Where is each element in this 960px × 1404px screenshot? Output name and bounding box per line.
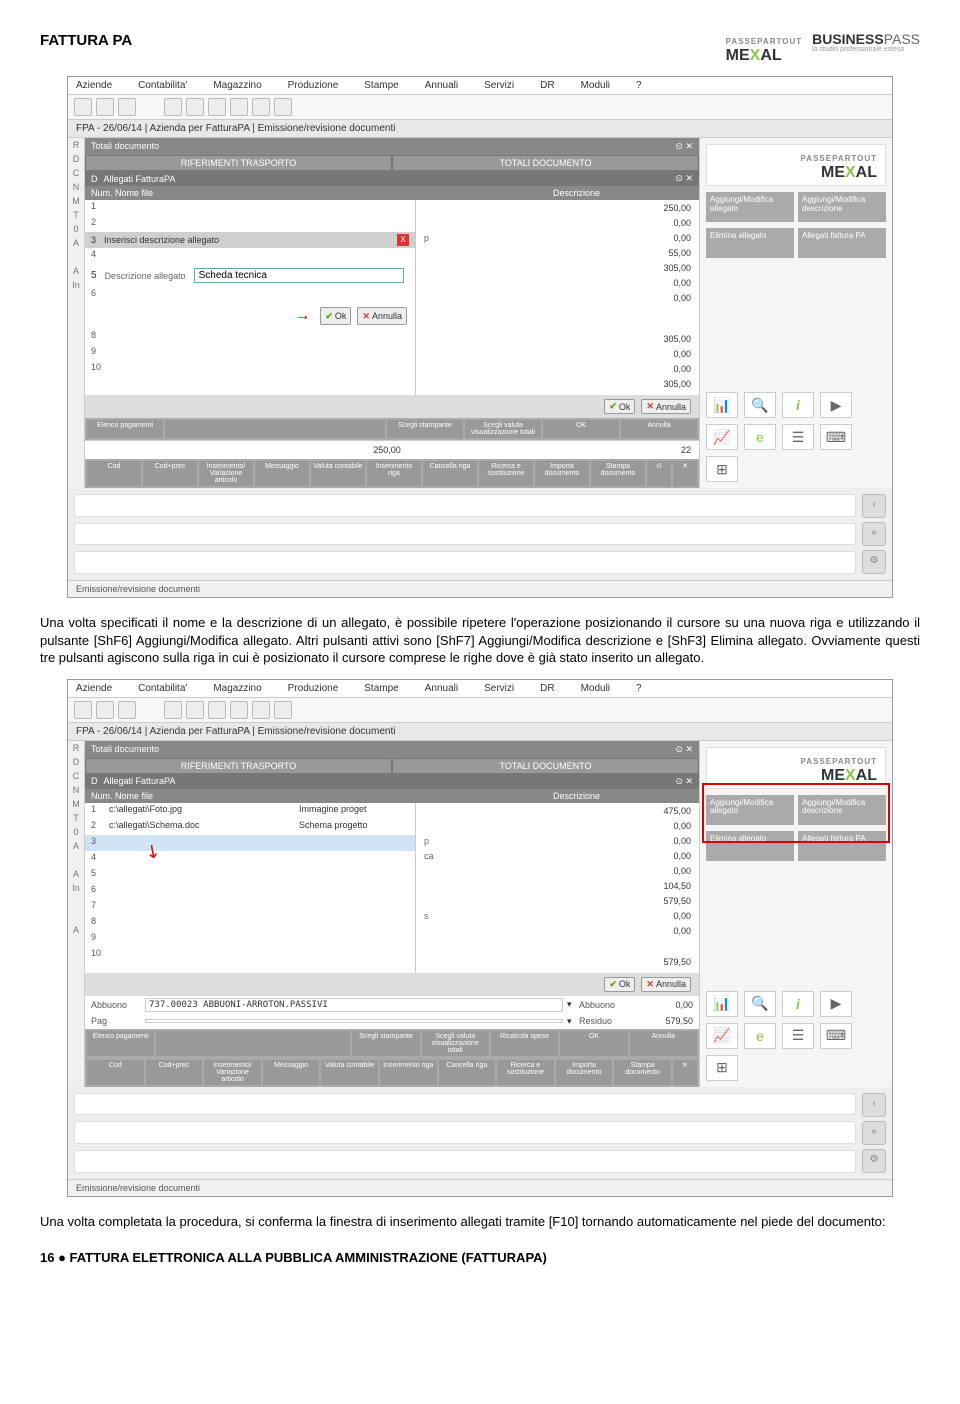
totali-header: TOTALI DOCUMENTO (392, 155, 699, 171)
right-panel: PASSEPARTOUTMEXAL Aggiungi/Modifica alle… (699, 138, 892, 488)
toolbar-icon[interactable] (252, 98, 270, 116)
status-bar: Emissione/revisione documenti (68, 580, 892, 597)
allegati-header: Allegati FatturaPA (104, 174, 176, 184)
elenco-btn[interactable]: Elenco pagamenti (87, 420, 163, 438)
main-area: Totali documento⊙ ✕ RIFERIMENTI TRASPORT… (85, 138, 699, 488)
menu-item[interactable]: Annuali (425, 80, 458, 91)
chart-icon[interactable]: 📈 (706, 424, 738, 450)
screenshot-2: AziendeContabilita'MagazzinoProduzioneSt… (67, 679, 893, 1197)
menubar: Aziende Contabilita' Magazzino Produzion… (68, 77, 892, 95)
side-btn-allegati-pa[interactable]: Allegati fattura PA (798, 228, 886, 258)
menu-item[interactable]: Aziende (76, 80, 112, 91)
menu-item[interactable]: DR (540, 80, 554, 91)
scegli-valuta-btn[interactable]: Scegli valuta visualizzazione totali (465, 420, 541, 438)
toolbar-icon[interactable] (74, 98, 92, 116)
ok-button-3[interactable]: ✔Ok (604, 977, 635, 992)
info-icon[interactable]: i (782, 392, 814, 418)
toolbar-icon[interactable] (118, 98, 136, 116)
toolbar-icon[interactable] (164, 98, 182, 116)
menu-item[interactable]: Magazzino (213, 80, 261, 91)
stats-icon[interactable]: 📊 (706, 392, 738, 418)
paragraph-2: Una volta completata la procedura, si co… (40, 1213, 920, 1231)
bottom-buttons: Cod Cod+prec Inserimento/ Variazione art… (85, 459, 699, 488)
menu-item[interactable]: Moduli (581, 80, 610, 91)
values-column: 250,00 0,00 p0,00 55,00 305,00 0,00 0,00… (416, 200, 699, 395)
toolbar-icon[interactable] (230, 98, 248, 116)
footer-right: 22 (681, 445, 691, 455)
abbuono-label: Abbuono (91, 1000, 141, 1010)
desc-prompt: Inserisci descrizione allegato (104, 235, 219, 245)
desc-label: Descrizione allegato (105, 271, 186, 281)
toolbar-icon[interactable] (96, 98, 114, 116)
page-footer: 16 ● FATTURA ELETTRONICA ALLA PUBBLICA A… (40, 1250, 920, 1265)
nav-dbl[interactable]: « (862, 522, 886, 546)
keyboard-icon[interactable]: ⌨ (820, 424, 852, 450)
side-btn-add-attach[interactable]: Aggiungi/Modifica allegato (706, 192, 794, 222)
desc-input[interactable] (194, 268, 404, 283)
play-icon[interactable]: ▶ (820, 392, 852, 418)
totali-label: Totali documento (85, 138, 165, 155)
menu-item[interactable]: Produzione (288, 80, 339, 91)
toolbar-icon[interactable] (274, 98, 292, 116)
page-title: FATTURA PA (40, 32, 132, 49)
nav-cfg[interactable]: ⚙ (862, 550, 886, 574)
paragraph-1: Una volta specificati il nome e la descr… (40, 614, 920, 667)
menu-item[interactable]: Servizi (484, 80, 514, 91)
toolbar-icon[interactable] (186, 98, 204, 116)
side-btn-add-desc[interactable]: Aggiungi/Modifica descrizione (798, 192, 886, 222)
annulla-button-3[interactable]: ✕Annulla (641, 977, 691, 992)
toolbar (68, 95, 892, 120)
arrow-icon: → (294, 307, 310, 325)
pag-label: Pag (91, 1016, 141, 1026)
annulla-btn[interactable]: Annulla (621, 420, 697, 438)
grid-icon[interactable]: ⊞ (706, 456, 738, 482)
riferimenti-header: RIFERIMENTI TRASPORTO (85, 155, 392, 171)
screenshot-1: Aziende Contabilita' Magazzino Produzion… (67, 76, 893, 598)
scegli-stampante-btn[interactable]: Scegli stampante (387, 420, 463, 438)
ok-button-2[interactable]: ✔Ok (604, 399, 635, 414)
bottom-slots: ‹ « ⚙ (68, 488, 892, 580)
menu-item[interactable]: Stampe (364, 80, 398, 91)
attachments-table[interactable]: 1 2 3Inserisci descrizione allegatoX 4 5… (85, 200, 416, 395)
breadcrumb: FPA - 26/06/14 | Azienda per FatturaPA |… (68, 120, 892, 138)
annulla-button[interactable]: ✕Annulla (357, 307, 407, 325)
side-btn-del-attach[interactable]: Elimina allegato (706, 228, 794, 258)
abbuono-value[interactable]: 737.00023 ABBUONI-ARROTON.PASSIVI (145, 998, 563, 1012)
attachments-table-2[interactable]: 1c:\allegati\Foto.jpgImmagine proget 2c:… (85, 803, 416, 973)
close-icon[interactable]: X (397, 234, 409, 246)
ok-btn[interactable]: OK (543, 420, 619, 438)
logos: PASSEPARTOUTMEXAL BUSINESSPASSlo studio … (726, 32, 920, 64)
annulla-button-2[interactable]: ✕Annulla (641, 399, 691, 414)
menu-item[interactable]: ? (636, 80, 642, 91)
list-icon[interactable]: ☰ (782, 424, 814, 450)
search-icon[interactable]: 🔍 (744, 392, 776, 418)
eco-icon[interactable]: e (744, 424, 776, 450)
nav-up[interactable]: ‹ (862, 494, 886, 518)
left-column: RDCNMT0AAIn (68, 138, 85, 488)
bottom-bar-1: Elenco pagamenti Scegli stampante Scegli… (85, 418, 699, 440)
menu-item[interactable]: Contabilita' (138, 80, 187, 91)
ok-button[interactable]: ✔Ok (320, 307, 351, 325)
toolbar-icon[interactable] (208, 98, 226, 116)
footer-left: 250,00 (373, 445, 401, 455)
